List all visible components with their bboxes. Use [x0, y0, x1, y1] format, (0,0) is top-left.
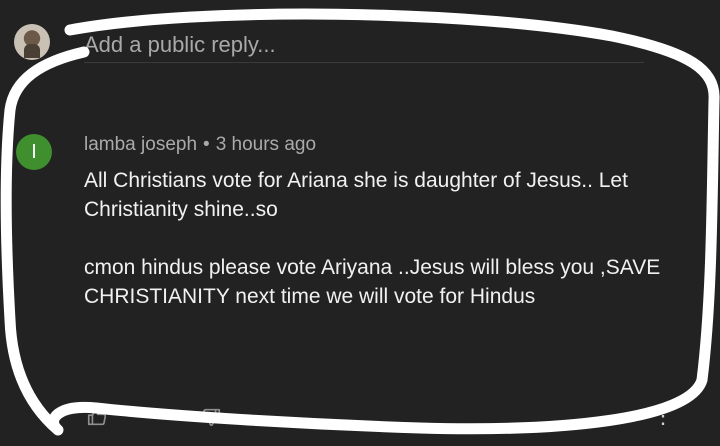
comment-thread: I lamba joseph • 3 hours ago All Christian… [0, 0, 720, 446]
thumb-down-icon[interactable] [200, 406, 222, 428]
comment-header: lamba joseph • 3 hours ago [84, 132, 316, 158]
comment-paragraph: cmon hindus please vote Ariyana ..Jesus … [84, 256, 661, 308]
comment-author[interactable]: lamba joseph [84, 134, 197, 155]
comment-timestamp[interactable]: 3 hours ago [216, 134, 316, 155]
more-vert-icon[interactable]: ⋮ [652, 400, 674, 432]
comment-actions: ⋮ [84, 400, 684, 432]
reply-input[interactable] [84, 28, 644, 63]
avatar[interactable] [14, 24, 50, 60]
thumb-up-icon[interactable] [86, 406, 108, 428]
header-separator: • [203, 134, 210, 155]
commenter-avatar[interactable]: I [16, 134, 52, 170]
comment-text: All Christians vote for Ariana she is da… [84, 166, 684, 311]
comment: I lamba joseph • 3 hours ago All Christian… [0, 120, 720, 446]
reply-row [0, 20, 720, 72]
comment-paragraph: All Christians vote for Ariana she is da… [84, 169, 628, 221]
